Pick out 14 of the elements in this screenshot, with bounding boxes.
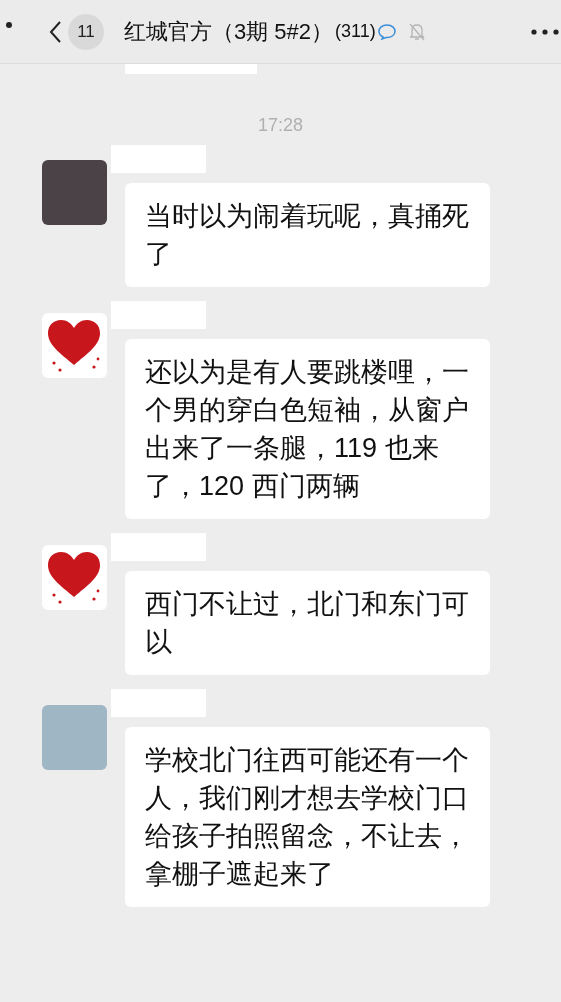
unread-count: 11: [68, 13, 104, 50]
message-bubble: 西门不让过，北门和东门可以: [125, 571, 490, 675]
timestamp: 17:28: [257, 114, 303, 137]
message-bubble: 当时以为闹着玩呢，真捅死了: [125, 183, 490, 287]
chat-title: 红城官方（3期 5#2）: [124, 18, 334, 46]
back-icon[interactable]: [48, 19, 62, 44]
more-icon[interactable]: [531, 29, 561, 35]
message-bubble: 还以为是有人要跳楼哩，一个男的穿白色短袖，从窗户出来了一条腿，119 也来了，120 西门两辆: [125, 339, 490, 519]
chat-bubble-icon: [377, 23, 396, 40]
heart-avatar-icon[interactable]: [42, 545, 107, 610]
member-count: (311): [335, 20, 376, 43]
muted-bell-icon: [407, 21, 426, 42]
message-bubble: 学校北门往西可能还有一个人，我们刚才想去学校门口给孩子拍照留念，不让去，拿棚子遮起来了: [125, 727, 490, 907]
heart-avatar-icon[interactable]: [42, 313, 107, 378]
